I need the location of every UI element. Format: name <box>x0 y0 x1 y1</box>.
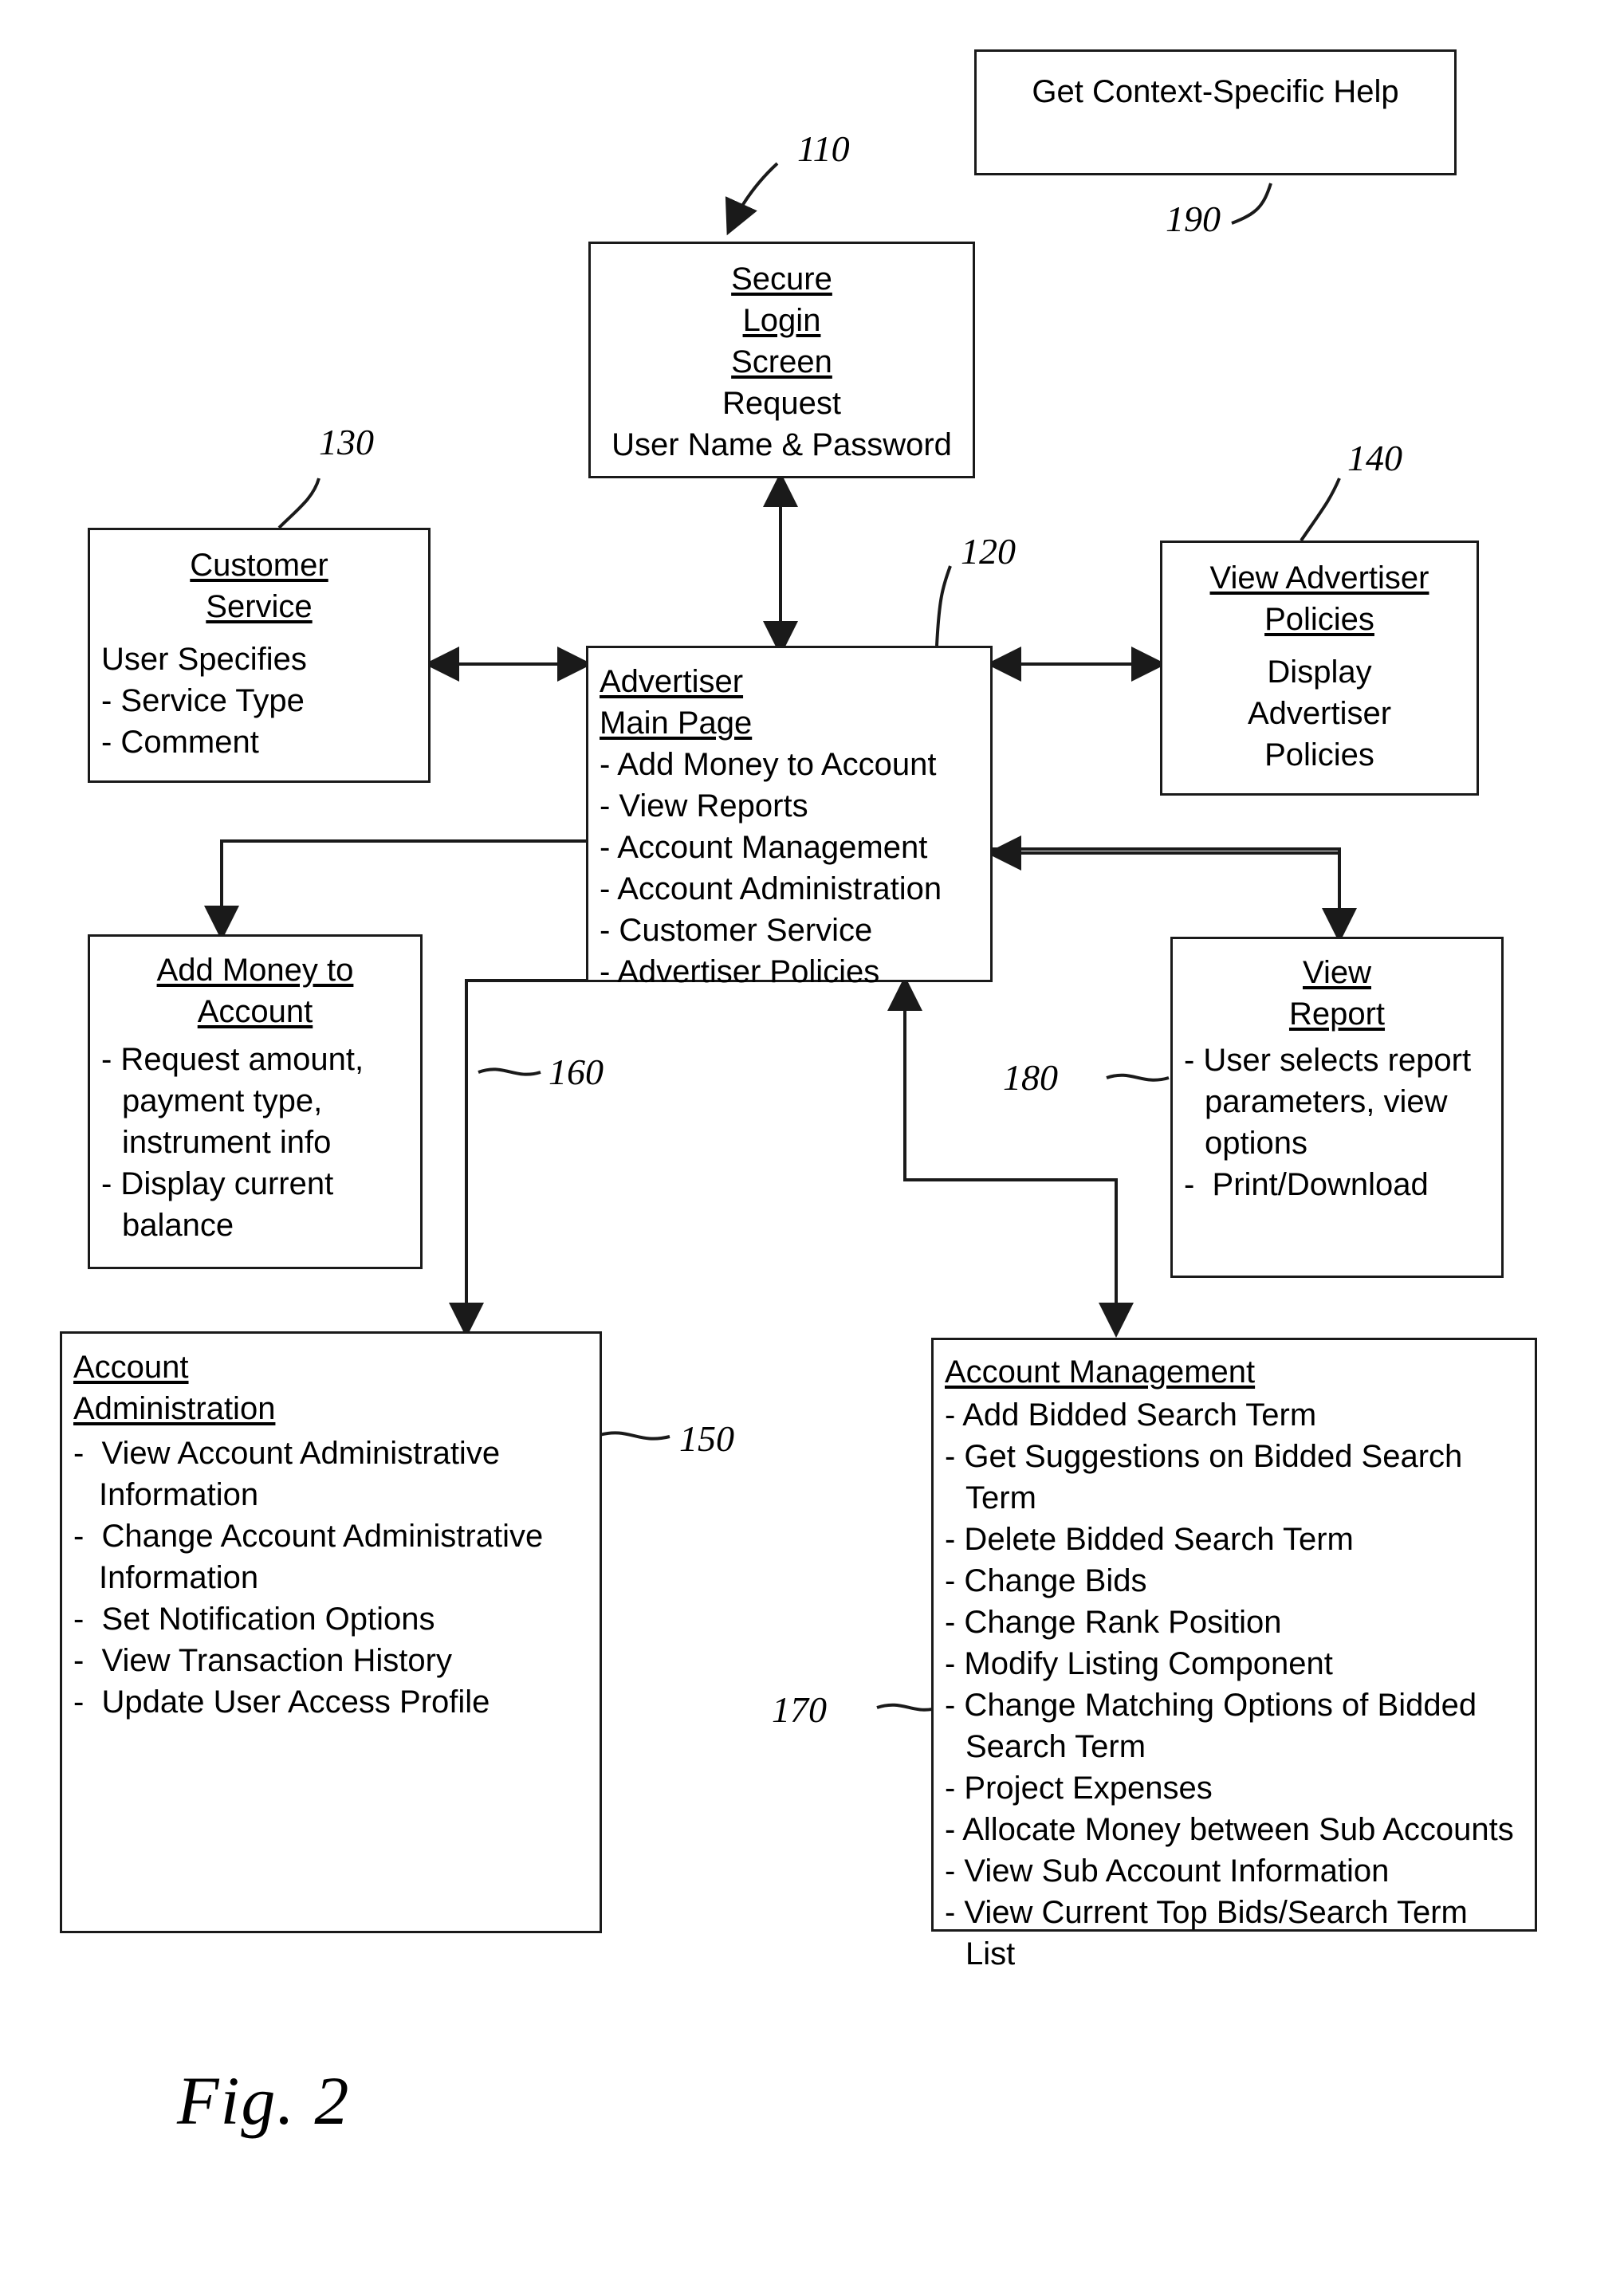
account-management-item: - Project Expenses <box>945 1771 1213 1806</box>
advertiser-main-item: - View Reports <box>600 788 808 824</box>
account-management-item: - Add Bidded Search Term <box>945 1397 1317 1433</box>
advertiser-main-title-line-1: Advertiser <box>600 664 744 699</box>
account-admin-title-line-2: Administration <box>73 1391 276 1426</box>
view-report-title-line-2: Report <box>1288 997 1386 1032</box>
add-money-item: - Request amount, payment type, instrume… <box>101 1042 373 1160</box>
advertiser-main-item: - Add Money to Account <box>600 747 937 782</box>
account-management-title: Account Management <box>945 1354 1256 1390</box>
advertiser-main-item: - Account Management <box>600 830 928 865</box>
add-money-title-line-1: Add Money to <box>156 953 354 988</box>
advertiser-policies-body-line-3: Policies <box>1264 737 1374 772</box>
ref-label-190: 190 <box>1166 199 1221 239</box>
account-management-item: - Change Rank Position <box>945 1605 1282 1640</box>
advertiser-policies-title-line-1: View Advertiser <box>1209 560 1429 596</box>
ref-label-180: 180 <box>1003 1057 1058 1098</box>
add-money-item: - Display current balance <box>101 1166 343 1243</box>
advertiser-policies-title-line-2: Policies <box>1264 602 1374 637</box>
account-management-item: - Change Matching Options of Bidded Sear… <box>945 1688 1486 1764</box>
node-customer-service: Customer Service User Specifies - Servic… <box>88 528 431 783</box>
ref-label-120: 120 <box>961 531 1016 572</box>
customer-service-body-line-2: - Service Type <box>101 683 305 718</box>
account-admin-item: - Set Notification Options <box>73 1602 435 1637</box>
add-money-title-line-2: Account <box>197 994 313 1029</box>
advertiser-policies-body-line-1: Display <box>1267 655 1372 690</box>
login-title-line-3: Screen <box>731 344 832 379</box>
account-management-item: - View Current Top Bids/Search Term List <box>945 1895 1477 1971</box>
figure-caption: Fig. 2 <box>177 2062 351 2139</box>
advertiser-main-title-line-2: Main Page <box>600 706 753 741</box>
customer-service-title-line-1: Customer <box>190 548 328 583</box>
help-title: Get Context-Specific Help <box>1032 74 1399 109</box>
node-advertiser-main-page: Advertiser Main Page - Add Money to Acco… <box>586 646 993 989</box>
ref-label-170: 170 <box>772 1689 827 1730</box>
ref-label-130: 130 <box>319 422 374 462</box>
ref-label-160: 160 <box>549 1052 604 1092</box>
customer-service-body-line-3: - Comment <box>101 725 259 760</box>
node-add-money-to-account: Add Money to Account - Request amount, p… <box>88 934 423 1269</box>
figure-canvas: Get Context-Specific Help 190 Secure Log… <box>0 0 1624 2280</box>
account-admin-item: - Update User Access Profile <box>73 1684 490 1720</box>
node-secure-login-screen: Secure Login Screen Request User Name & … <box>588 242 975 478</box>
login-body-line-1: Request <box>722 386 841 421</box>
ref-label-150: 150 <box>679 1418 734 1459</box>
node-view-report: View Report - User selects report parame… <box>1170 937 1504 1278</box>
node-account-management: Account Management - Add Bidded Search T… <box>931 1338 1537 1971</box>
ref-label-110: 110 <box>797 128 850 169</box>
account-management-item: - Get Suggestions on Bidded Search Term <box>945 1439 1471 1515</box>
node-account-administration: Account Administration - View Account Ad… <box>60 1331 602 1933</box>
advertiser-main-item: - Account Administration <box>600 871 942 906</box>
account-management-item: - Modify Listing Component <box>945 1646 1333 1681</box>
account-management-item: - View Sub Account Information <box>945 1853 1390 1889</box>
account-admin-item: - Change Account Administrative Informat… <box>73 1519 552 1595</box>
view-report-item: - Print/Download <box>1184 1167 1429 1202</box>
account-admin-item: - View Transaction History <box>73 1643 452 1678</box>
login-title-line-1: Secure <box>731 261 832 297</box>
account-management-item: - Delete Bidded Search Term <box>945 1522 1354 1557</box>
account-admin-item: - View Account Administrative Informatio… <box>73 1436 509 1512</box>
ref-label-140: 140 <box>1347 438 1402 478</box>
node-view-advertiser-policies: View Advertiser Policies Display Adverti… <box>1160 541 1479 796</box>
advertiser-main-item: - Customer Service <box>600 913 873 948</box>
advertiser-policies-body-line-2: Advertiser <box>1247 696 1392 731</box>
view-report-item: - User selects report parameters, view o… <box>1184 1043 1480 1161</box>
account-management-item: - Change Bids <box>945 1563 1147 1598</box>
advertiser-main-item: - Advertiser Policies <box>600 954 880 989</box>
login-title-line-2: Login <box>742 303 821 338</box>
login-body-line-2: User Name & Password <box>611 427 952 462</box>
account-admin-title-line-1: Account <box>73 1350 189 1385</box>
customer-service-title-line-2: Service <box>206 589 313 624</box>
node-get-context-specific-help: Get Context-Specific Help <box>974 49 1457 175</box>
view-report-title-line-1: View <box>1303 955 1371 990</box>
customer-service-body-line-1: User Specifies <box>101 642 307 677</box>
account-management-item: - Allocate Money between Sub Accounts <box>945 1812 1514 1847</box>
